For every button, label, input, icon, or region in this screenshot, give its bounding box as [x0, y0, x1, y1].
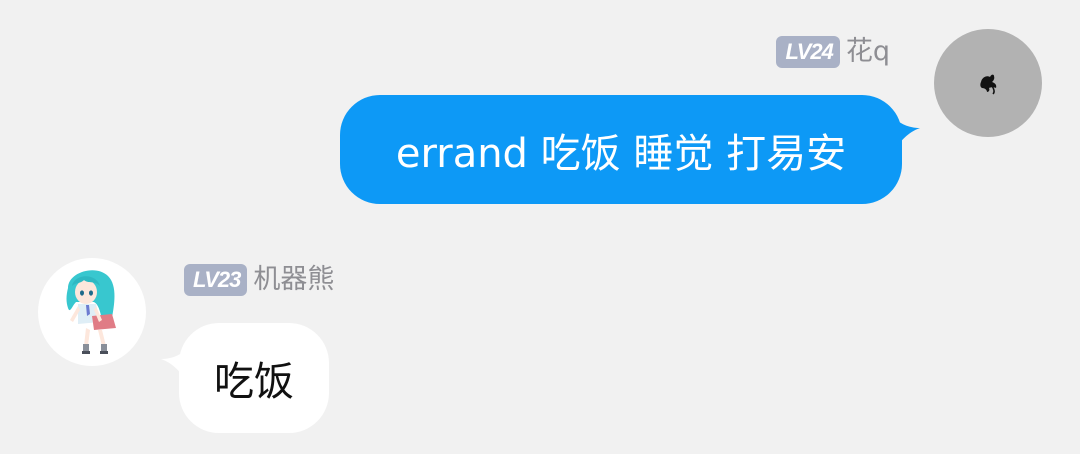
bird-silhouette-icon — [980, 74, 997, 95]
sender-name[interactable]: 机器熊 — [253, 262, 334, 298]
message-bubble[interactable]: errand 吃饭 睡觉 打易安 — [340, 95, 902, 204]
sender-name[interactable]: 花q — [846, 34, 890, 70]
sender-info: LV23 机器熊 — [184, 262, 334, 298]
message-bubble[interactable]: 吃饭 — [179, 323, 329, 433]
avatar[interactable] — [934, 29, 1042, 137]
sender-info: LV24 花q — [776, 34, 890, 70]
avatar[interactable] — [38, 258, 146, 366]
bubble-tail — [894, 118, 920, 150]
level-badge: LV23 — [184, 264, 248, 296]
level-badge: LV24 — [776, 36, 840, 68]
anime-girl-avatar-icon — [66, 270, 116, 354]
